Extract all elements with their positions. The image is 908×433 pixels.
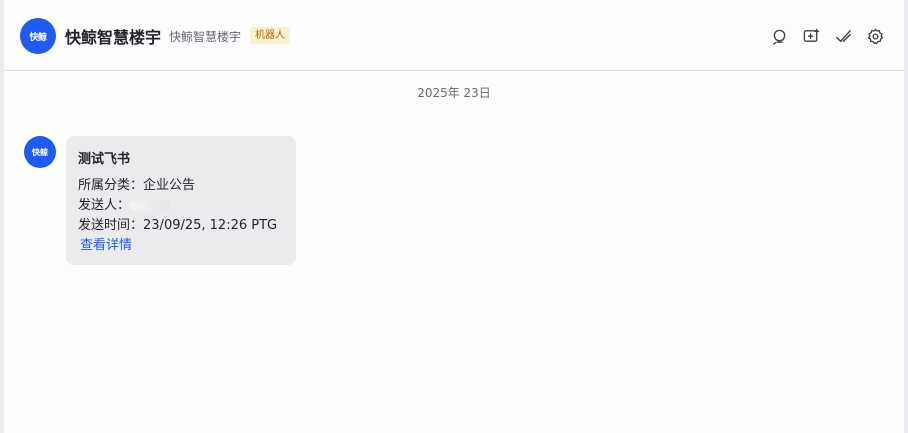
chat-window: 快鲸 快鲸智慧楼宇 快鲸智慧楼宇 机器人 2025年 23日 快鲸 测试飞书 所… (0, 0, 908, 433)
chat-title[interactable]: 快鲸智慧楼宇 (65, 24, 161, 48)
view-details-link[interactable]: 查看详情 (78, 236, 284, 256)
time-label: 发送时间： (78, 218, 144, 233)
add-window-icon (803, 28, 819, 42)
search-button[interactable] (770, 27, 788, 45)
add-window-button[interactable] (802, 27, 820, 45)
bot-badge: 机器人 (250, 27, 290, 44)
message-avatar-label: 快鲸 (32, 147, 48, 157)
date-separator: 2025年 23日 (417, 86, 491, 100)
search-icon (772, 29, 785, 45)
header-toolbar (770, 27, 884, 45)
bot-avatar[interactable]: 快鲸 (20, 18, 56, 54)
settings-button[interactable] (866, 27, 884, 45)
message-card: 测试飞书 所属分类：企业公告 发送人： 发送时间：23/09/25, 12:26… (66, 136, 296, 265)
mark-done-button[interactable] (834, 27, 852, 45)
category-label: 所属分类： (78, 178, 144, 193)
gear-icon (867, 28, 883, 44)
category-row: 所属分类：企业公告 (78, 176, 284, 196)
card-title: 测试飞书 (78, 152, 131, 167)
time-value: 23/09/25, 12:26 PTG (143, 218, 278, 233)
sender-label: 发送人： (78, 198, 131, 213)
sender-redacted (130, 200, 171, 211)
checkmark-icon (835, 29, 851, 42)
time-row: 发送时间：23/09/25, 12:26 PTG (78, 216, 284, 236)
chat-header: 快鲸 快鲸智慧楼宇 快鲸智慧楼宇 机器人 (4, 0, 904, 71)
category-value: 企业公告 (143, 178, 196, 193)
chat-subtitle: 快鲸智慧楼宇 (169, 30, 242, 44)
bot-avatar-label: 快鲸 (29, 32, 47, 43)
message-avatar[interactable]: 快鲸 (24, 136, 56, 168)
sender-row: 发送人： (78, 196, 284, 216)
